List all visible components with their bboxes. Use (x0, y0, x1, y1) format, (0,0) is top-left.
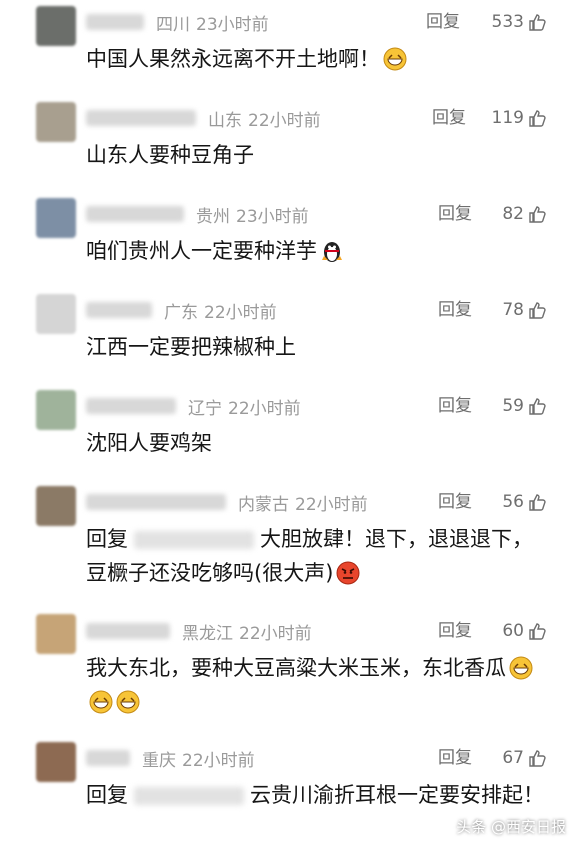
like-button[interactable]: 60 (502, 619, 548, 643)
location: 重庆 (142, 750, 176, 771)
location: 黑龙江 (182, 623, 233, 644)
timestamp: 22小时前 (228, 398, 301, 419)
avatar[interactable] (36, 486, 76, 526)
comment-meta: 重庆 22小时前 (86, 746, 255, 771)
reply-prefix: 回复 (86, 783, 128, 807)
location: 广东 (164, 302, 198, 323)
username-blurred[interactable] (86, 494, 226, 510)
comment-meta: 山东 22小时前 (86, 106, 321, 131)
comment-text: 山东人要种豆角子 (86, 138, 552, 172)
username-blurred[interactable] (86, 623, 170, 639)
comment-body: 咱们贵州人一定要种洋芋 (86, 239, 317, 263)
like-button[interactable]: 533 (492, 10, 548, 34)
like-count: 67 (502, 748, 524, 768)
thumbs-up-icon (529, 110, 546, 127)
comment-text: 咱们贵州人一定要种洋芋 (86, 234, 552, 268)
location: 内蒙古 (238, 494, 289, 515)
avatar[interactable] (36, 6, 76, 46)
location: 辽宁 (188, 398, 222, 419)
username-blurred[interactable] (86, 398, 176, 414)
comment-text: 回复 云贵川渝折耳根一定要安排起！ (86, 778, 552, 812)
timestamp: 22小时前 (204, 302, 277, 323)
comment-meta: 内蒙古 22小时前 (86, 490, 368, 515)
avatar[interactable] (36, 198, 76, 238)
reply-prefix: 回复 (86, 527, 128, 551)
comment-body: 江西一定要把辣椒种上 (86, 335, 296, 359)
timestamp: 22小时前 (248, 110, 321, 131)
username-blurred[interactable] (86, 14, 144, 30)
grin-emoji-icon (89, 690, 113, 714)
avatar[interactable] (36, 614, 76, 654)
comment-body: 云贵川渝折耳根一定要安排起！ (250, 783, 544, 807)
thumbs-up-icon (529, 302, 546, 319)
timestamp: 23小时前 (196, 14, 269, 35)
username-blurred[interactable] (86, 302, 152, 318)
comment-meta: 广东 22小时前 (86, 298, 277, 323)
comment-text: 中国人果然永远离不开土地啊！ (86, 42, 552, 76)
mention-blurred[interactable] (134, 531, 254, 549)
thumbs-up-icon (529, 750, 546, 767)
thumbs-up-icon (529, 494, 546, 511)
username-blurred[interactable] (86, 110, 196, 126)
penguin-emoji-icon (320, 239, 344, 263)
reply-button[interactable]: 回复 (438, 619, 472, 643)
like-count: 56 (502, 492, 524, 512)
comment-meta: 四川 23小时前 (86, 10, 269, 35)
comment-body: 沈阳人要鸡架 (86, 431, 212, 455)
timestamp: 22小时前 (239, 623, 312, 644)
like-button[interactable]: 56 (502, 490, 548, 514)
comment-text: 江西一定要把辣椒种上 (86, 330, 552, 364)
comment-text: 我大东北，要种大豆高粱大米玉米，东北香瓜 (86, 651, 552, 719)
like-count: 82 (502, 204, 524, 224)
comment-meta: 贵州 23小时前 (86, 202, 309, 227)
angry-emoji-icon (336, 561, 360, 585)
like-button[interactable]: 67 (502, 746, 548, 770)
reply-button[interactable]: 回复 (426, 10, 460, 34)
location: 贵州 (196, 206, 230, 227)
avatar[interactable] (36, 742, 76, 782)
location: 山东 (208, 110, 242, 131)
like-button[interactable]: 119 (492, 106, 548, 130)
comment-body: 山东人要种豆角子 (86, 143, 254, 167)
reply-button[interactable]: 回复 (438, 490, 472, 514)
like-button[interactable]: 59 (502, 394, 548, 418)
timestamp: 22小时前 (295, 494, 368, 515)
watermark-text: 头条 @西安日报 (456, 818, 566, 836)
username-blurred[interactable] (86, 750, 130, 766)
comment-meta: 黑龙江 22小时前 (86, 619, 312, 644)
avatar[interactable] (36, 390, 76, 430)
comment-text: 回复 大胆放肆！退下，退退退下，豆橛子还没吃够吗(很大声) (86, 522, 552, 590)
like-count: 119 (491, 108, 524, 128)
timestamp: 22小时前 (182, 750, 255, 771)
avatar[interactable] (36, 294, 76, 334)
comment-meta: 辽宁 22小时前 (86, 394, 301, 419)
grin-emoji-icon (116, 690, 140, 714)
timestamp: 23小时前 (236, 206, 309, 227)
watermark: 头条 @西安日报 (456, 816, 566, 837)
location: 四川 (156, 14, 190, 35)
like-count: 60 (502, 621, 524, 641)
comment-body: 我大东北，要种大豆高粱大米玉米，东北香瓜 (86, 656, 506, 680)
thumbs-up-icon (529, 206, 546, 223)
reply-button[interactable]: 回复 (438, 746, 472, 770)
reply-button[interactable]: 回复 (438, 394, 472, 418)
reply-button[interactable]: 回复 (438, 202, 472, 226)
like-button[interactable]: 82 (502, 202, 548, 226)
thumbs-up-icon (529, 623, 546, 640)
comment-body: 中国人果然永远离不开土地啊！ (86, 47, 380, 71)
grin-emoji-icon (383, 47, 407, 71)
like-button[interactable]: 78 (502, 298, 548, 322)
like-count: 59 (502, 396, 524, 416)
comment-text: 沈阳人要鸡架 (86, 426, 552, 460)
like-count: 78 (502, 300, 524, 320)
thumbs-up-icon (529, 14, 546, 31)
thumbs-up-icon (529, 398, 546, 415)
username-blurred[interactable] (86, 206, 184, 222)
reply-button[interactable]: 回复 (438, 298, 472, 322)
grin-emoji-icon (509, 656, 533, 680)
like-count: 533 (491, 12, 524, 32)
mention-blurred[interactable] (134, 787, 244, 805)
reply-button[interactable]: 回复 (432, 106, 466, 130)
avatar[interactable] (36, 102, 76, 142)
